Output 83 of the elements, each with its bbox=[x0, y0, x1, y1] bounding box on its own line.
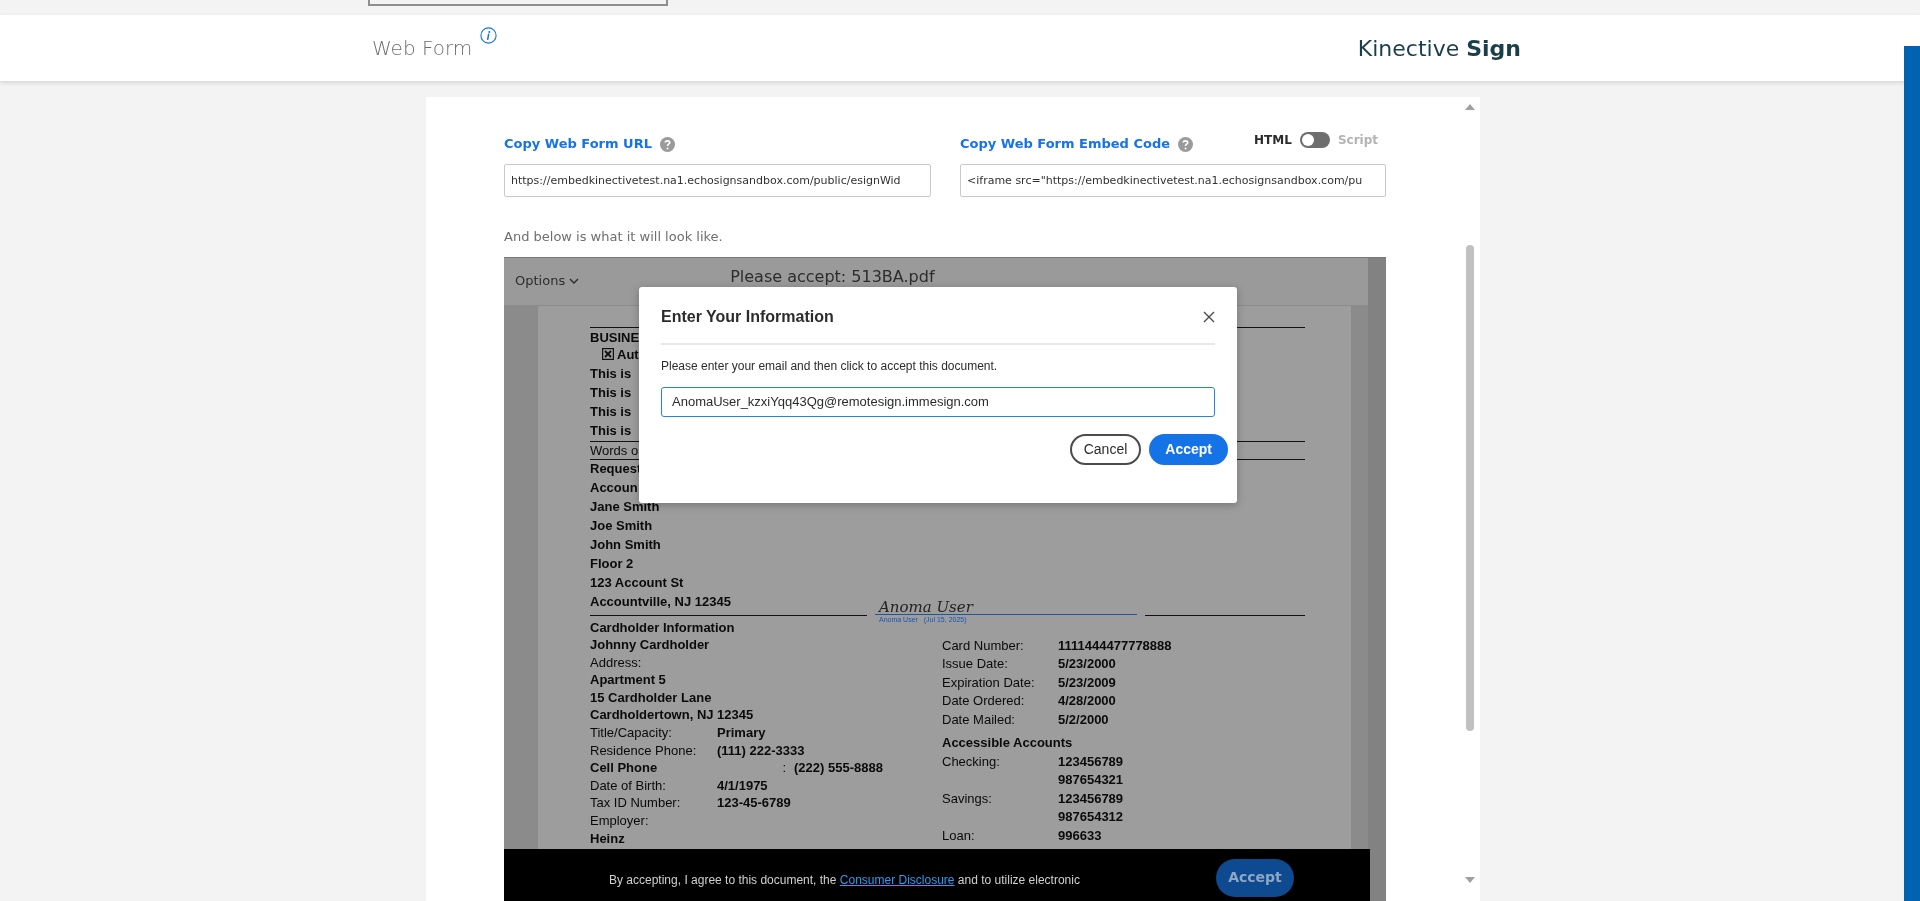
dialog-title: Enter Your Information bbox=[661, 306, 834, 327]
document-text: 15 Cardholder Lane bbox=[590, 689, 712, 705]
field-label: Loan: bbox=[942, 826, 976, 844]
field-value: 4/1/1975 bbox=[717, 777, 768, 793]
document-text: Accessible Accounts bbox=[942, 735, 1073, 750]
document-text: Employer: bbox=[590, 813, 649, 829]
field-label: Copy Web Form Embed Code bbox=[960, 135, 1171, 154]
page-title: Web Form bbox=[372, 35, 473, 62]
document-text: Accountville, NJ 12345 bbox=[590, 593, 731, 609]
scroll-up-icon[interactable] bbox=[1465, 103, 1475, 110]
document-text: BUSINE bbox=[590, 329, 640, 345]
toggle-label: HTML bbox=[1254, 132, 1292, 149]
consent-text: By accepting, I agree to this document, the Consumer Disclosure and to utilize electronic bbox=[609, 871, 1080, 889]
field-value: 123-45-6789 bbox=[717, 795, 791, 811]
signature: Anoma User bbox=[875, 599, 1137, 615]
accept-button[interactable]: Accept bbox=[1149, 433, 1228, 465]
scrollbar-thumb[interactable] bbox=[1466, 245, 1474, 731]
field-value: (222) 555-8888 bbox=[794, 760, 883, 776]
field-label: Copy Web Form URL bbox=[504, 135, 652, 154]
field-value: 4/28/2000 bbox=[1058, 693, 1116, 708]
field-label: Date Mailed: bbox=[942, 710, 1016, 728]
document-text: Jane Smith bbox=[590, 498, 660, 514]
document-text: Aut bbox=[617, 346, 639, 362]
separator-text: : bbox=[782, 760, 786, 776]
field-label: Checking: bbox=[942, 752, 1001, 770]
document-text: 123 Account St bbox=[590, 574, 684, 590]
field-value: 987654312 bbox=[1058, 809, 1124, 824]
field-value: 987654321 bbox=[1058, 772, 1124, 787]
email-field[interactable]: AnomaUser_kzxiYqq43Qg@remotesign.immesign.com bbox=[661, 386, 1215, 417]
field-value: 5/23/2009 bbox=[1058, 674, 1116, 690]
document-text: Floor 2 bbox=[590, 555, 634, 571]
scroll-down-icon[interactable] bbox=[1465, 877, 1475, 884]
field-label: Card Number: bbox=[942, 636, 1025, 654]
chevron-down-icon bbox=[569, 277, 580, 285]
document-text: Address: bbox=[590, 654, 642, 670]
field-label: Date of Birth: bbox=[590, 776, 667, 794]
field-label: Issue Date: bbox=[942, 655, 1009, 672]
accept-button[interactable]: Accept bbox=[1216, 858, 1294, 897]
field-value: 996633 bbox=[1058, 827, 1102, 843]
document-text: Apartment 5 bbox=[590, 672, 666, 688]
field-label: Tax ID Number: bbox=[590, 794, 682, 812]
toggle-switch[interactable] bbox=[1299, 132, 1330, 148]
help-icon[interactable] bbox=[659, 137, 675, 152]
options-menu[interactable]: Options bbox=[514, 270, 581, 292]
field-value: 1111444477778888 bbox=[1058, 637, 1172, 653]
field-label: Title/Capacity: bbox=[590, 724, 673, 742]
scrollbar[interactable] bbox=[1368, 257, 1386, 901]
field-value: 123456789 bbox=[1058, 753, 1124, 769]
cancel-button[interactable]: Cancel bbox=[1069, 433, 1142, 465]
document-text: Cardholder Information bbox=[590, 619, 735, 635]
field-value: Primary bbox=[717, 725, 766, 741]
document-title: Please accept: 513BA.pdf bbox=[730, 266, 935, 288]
brand-logo: Kinective Sign bbox=[1357, 34, 1521, 63]
document-text: This is bbox=[590, 365, 632, 381]
document-text: John Smith bbox=[590, 536, 661, 552]
field-label: Residence Phone: bbox=[590, 741, 698, 759]
help-icon[interactable] bbox=[1178, 137, 1194, 152]
document-text: This is bbox=[590, 422, 632, 438]
field-label: Cell Phone bbox=[590, 759, 659, 777]
url-field[interactable]: https://embedkinectivetest.na1.echosignsandbox.com/public/esignWid bbox=[504, 164, 931, 197]
consumer-disclosure-link[interactable]: Consumer Disclosure bbox=[839, 872, 955, 887]
field-value: 5/2/2000 bbox=[1058, 711, 1109, 727]
document-text: Cardholdertown, NJ 12345 bbox=[590, 707, 754, 723]
field-value: 123456789 bbox=[1058, 790, 1124, 806]
info-icon[interactable] bbox=[480, 27, 498, 44]
document-text: Request bbox=[590, 460, 642, 476]
document-text: Johnny Cardholder bbox=[590, 637, 710, 653]
document-text: Words o bbox=[590, 442, 639, 458]
field-label: Date Ordered: bbox=[942, 692, 1026, 709]
document-text: This is bbox=[590, 384, 632, 400]
toggle-label: Script bbox=[1337, 132, 1378, 149]
document-text: Accoun bbox=[590, 479, 638, 495]
field-label: Expiration Date: bbox=[942, 673, 1036, 691]
field-value: (111) 222-3333 bbox=[717, 742, 805, 758]
field-value: 5/23/2000 bbox=[1058, 656, 1116, 671]
document-text: Joe Smith bbox=[590, 517, 653, 533]
document-text: This is bbox=[590, 403, 632, 419]
preview-caption: And below is what it will look like. bbox=[504, 228, 724, 246]
field-label: Savings: bbox=[942, 789, 993, 807]
close-icon[interactable] bbox=[1203, 310, 1215, 323]
document-text: Heinz bbox=[590, 830, 625, 846]
dialog-message: Please enter your email and then click to accept this document. bbox=[661, 357, 999, 375]
embed-code-field[interactable]: <iframe src="https://embedkinectivetest.na1.echosignsandbox.com/pu bbox=[960, 164, 1386, 197]
